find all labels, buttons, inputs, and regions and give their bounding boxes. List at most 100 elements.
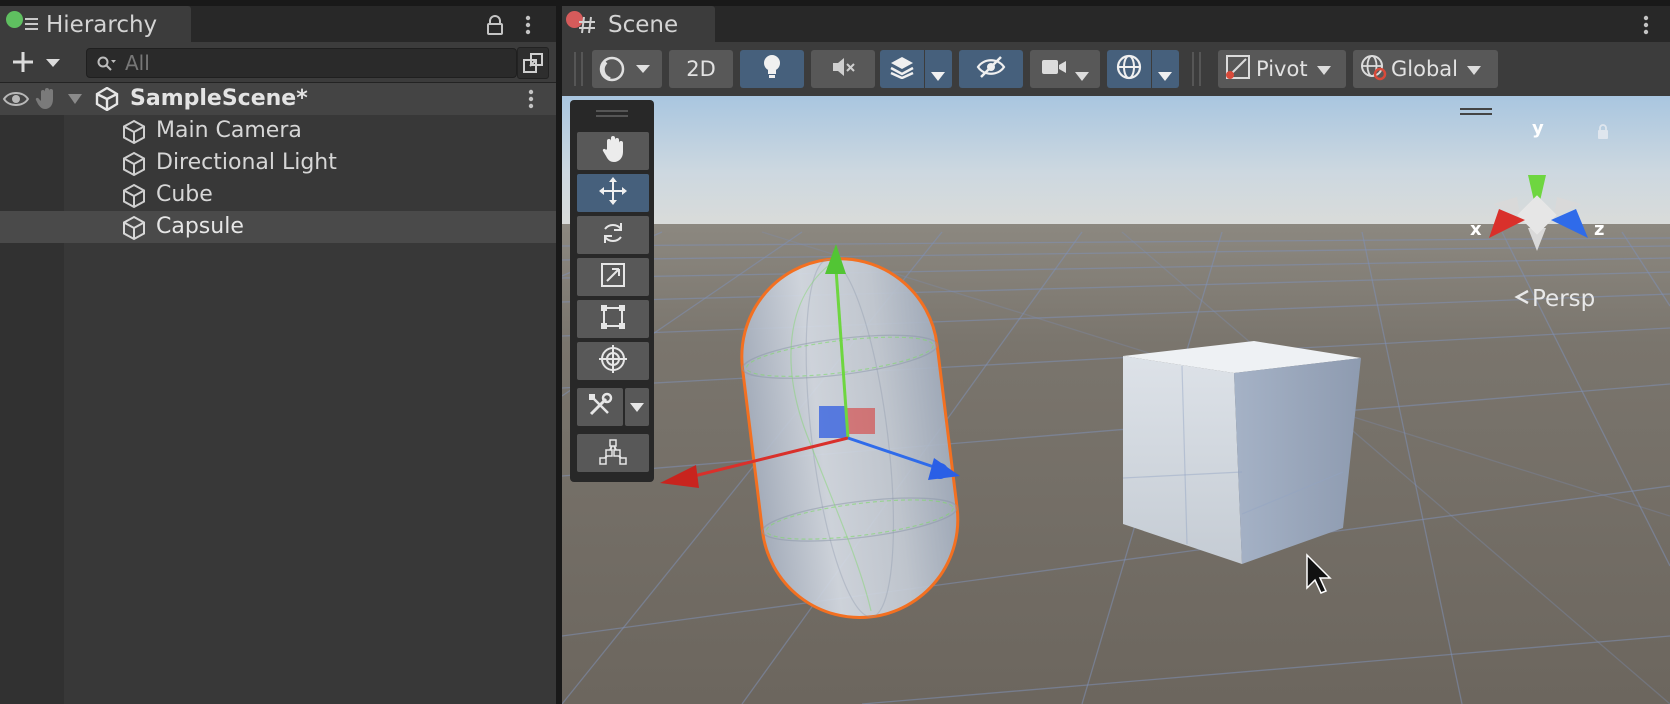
edit-collider-icon <box>598 437 628 469</box>
scene-tab-title: Scene <box>608 12 679 38</box>
scale-icon <box>599 261 627 293</box>
tools-overlay <box>570 100 654 482</box>
toolbar-grip <box>581 52 583 86</box>
more-options-icon[interactable] <box>518 14 538 36</box>
chevron-down-icon <box>930 63 946 87</box>
unity-editor: Hierarchy All SampleScene* Main Camera D… <box>0 0 1670 704</box>
rotate-tool-button[interactable] <box>577 216 649 254</box>
audio-toggle-button[interactable] <box>811 50 875 88</box>
list-item[interactable]: Directional Light <box>0 147 556 179</box>
list-item[interactable]: Main Camera <box>0 115 556 147</box>
global-space-icon <box>1359 53 1387 86</box>
projection-toggle[interactable]: Persp <box>1514 286 1595 312</box>
tab-scene[interactable]: Scene <box>562 6 715 42</box>
gameobject-cube-icon <box>120 118 148 146</box>
camera-settings-dropdown[interactable] <box>1030 50 1100 88</box>
rotate-icon <box>599 219 627 251</box>
pivot-dropdown[interactable]: Pivot <box>1218 50 1346 88</box>
xz-plane-handle <box>819 406 847 438</box>
chevron-down-icon <box>1074 63 1090 87</box>
toolbar-grip <box>1192 52 1194 86</box>
chevron-down-icon <box>1157 63 1173 87</box>
list-icon <box>20 16 38 32</box>
search-icon <box>95 53 117 73</box>
camera-icon <box>1041 57 1067 82</box>
more-options-icon[interactable] <box>1636 14 1656 36</box>
gizmo-globe-icon <box>1115 53 1143 86</box>
item-label: Directional Light <box>156 150 337 175</box>
audio-muted-icon <box>830 55 856 84</box>
global-dropdown[interactable]: Global <box>1353 50 1498 88</box>
tools-wrench-icon <box>586 391 614 423</box>
chevron-down-icon <box>1466 57 1482 81</box>
2d-toggle-button[interactable]: 2D <box>669 50 733 88</box>
lightbulb-icon <box>761 54 783 85</box>
move-arrows-icon <box>598 176 628 210</box>
scene-tab-bar: Scene <box>562 6 1670 42</box>
xy-plane-handle <box>847 408 875 434</box>
rect-tool-button[interactable] <box>577 300 649 338</box>
item-label: Main Camera <box>156 118 302 143</box>
palette-grip[interactable] <box>596 110 628 112</box>
chevron-down-icon <box>629 398 645 417</box>
custom-tool-dropdown[interactable] <box>625 388 649 426</box>
gizmo-lock-icon <box>1598 130 1608 139</box>
search-placeholder: All <box>125 51 150 75</box>
hierarchy-body: Main Camera Directional Light Cube Capsu… <box>0 115 556 704</box>
layers-icon <box>889 55 915 84</box>
hand-icon <box>599 135 627 167</box>
hidden-objects-toggle[interactable] <box>959 50 1023 88</box>
pickable-hand-icon[interactable] <box>34 86 60 112</box>
component-tool-button[interactable] <box>577 434 649 472</box>
scene-panel: Scene 2D Pivot Global y x z Persp <box>562 0 1670 704</box>
scene-name: SampleScene* <box>130 86 308 111</box>
gameobject-cube-icon <box>120 150 148 178</box>
hand-tool-button[interactable] <box>577 132 649 170</box>
gameobject-cube-icon <box>120 182 148 210</box>
scene-hash-icon <box>576 15 598 35</box>
tab-hierarchy[interactable]: Hierarchy <box>0 6 191 42</box>
item-label: Cube <box>156 182 213 207</box>
list-item-selected[interactable]: Capsule <box>0 211 556 243</box>
hierarchy-toolbar: All <box>0 42 556 83</box>
pivot-label: Pivot <box>1256 57 1308 81</box>
visibility-eye-icon[interactable] <box>2 87 30 111</box>
scene-search-button[interactable] <box>517 47 549 79</box>
cube-object[interactable] <box>1122 341 1361 564</box>
create-dropdown-button[interactable] <box>10 48 66 76</box>
axis-z-label: z <box>1594 219 1604 240</box>
gizmos-dropdown[interactable] <box>1107 50 1179 88</box>
gameobject-cube-icon <box>120 214 148 242</box>
lock-icon[interactable] <box>484 14 506 36</box>
scene-header-row[interactable]: SampleScene* <box>0 83 556 115</box>
collapse-arrow-icon[interactable] <box>66 92 84 106</box>
chevron-down-icon <box>1316 57 1332 81</box>
overlay-menu-icon[interactable] <box>1460 108 1492 116</box>
search-input[interactable]: All <box>86 48 517 78</box>
draw-mode-dropdown[interactable] <box>592 50 662 88</box>
toolbar-grip <box>1199 52 1201 86</box>
custom-tool-button[interactable] <box>577 388 623 426</box>
hierarchy-tab-title: Hierarchy <box>46 12 158 38</box>
rect-transform-icon <box>599 303 627 335</box>
hierarchy-tab-bar: Hierarchy <box>0 6 556 42</box>
chevron-left-icon <box>1514 286 1530 312</box>
transform-tool-button[interactable] <box>577 342 649 380</box>
scene-viewport[interactable]: y x z Persp <box>562 96 1670 704</box>
global-label: Global <box>1391 57 1458 81</box>
item-label: Capsule <box>156 214 244 239</box>
scene-toolbar: 2D Pivot Global <box>562 42 1670 96</box>
transform-icon <box>598 344 628 378</box>
scale-tool-button[interactable] <box>577 258 649 296</box>
hierarchy-panel: Hierarchy All SampleScene* Main Camera D… <box>0 0 556 704</box>
eye-slash-icon <box>976 55 1006 84</box>
scene-menu-icon[interactable] <box>523 88 539 110</box>
move-tool-button[interactable] <box>577 174 649 212</box>
list-item[interactable]: Cube <box>0 179 556 211</box>
lighting-toggle-button[interactable] <box>740 50 804 88</box>
effects-dropdown[interactable] <box>880 50 952 88</box>
persp-label: Persp <box>1532 286 1596 312</box>
palette-grip[interactable] <box>596 115 628 117</box>
unity-scene-icon <box>94 86 120 112</box>
pivot-icon <box>1224 53 1252 86</box>
